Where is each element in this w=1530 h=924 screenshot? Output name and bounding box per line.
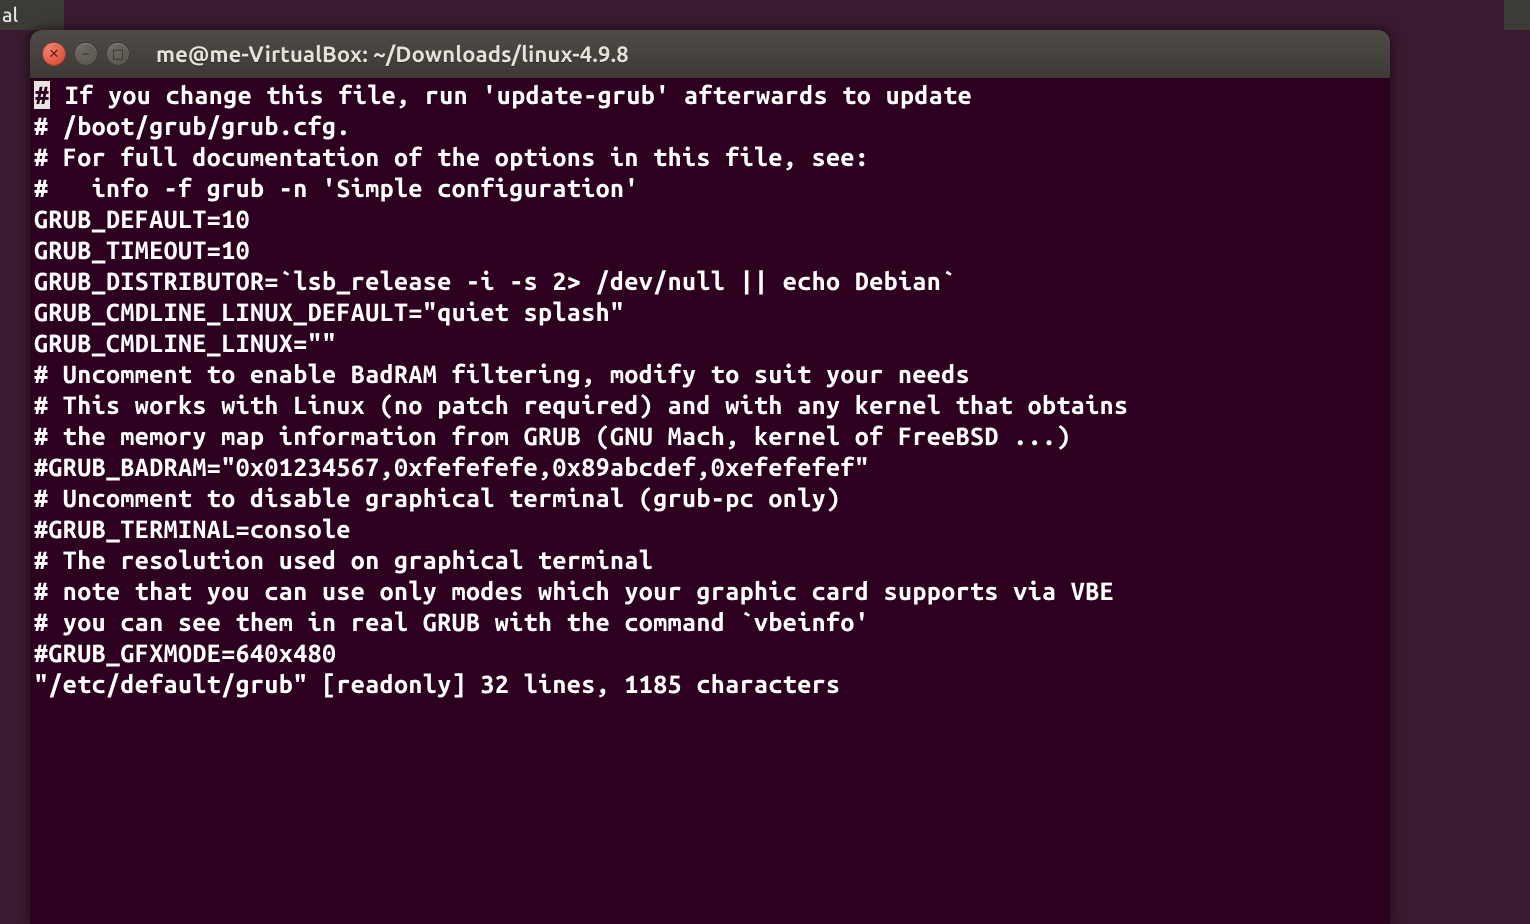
terminal-line: # note that you can use only modes which… [34, 576, 1386, 607]
terminal-window: ✕ – □ me@me-VirtualBox: ~/Downloads/linu… [30, 30, 1390, 924]
terminal-line: #GRUB_TERMINAL=console [34, 514, 1386, 545]
terminal-line: # info -f grub -n 'Simple configuration' [34, 173, 1386, 204]
launcher-strip [0, 30, 30, 924]
terminal-line: # Uncomment to enable BadRAM filtering, … [34, 359, 1386, 390]
terminal-line: # you can see them in real GRUB with the… [34, 607, 1386, 638]
close-icon: ✕ [49, 47, 60, 62]
terminal-text: If you change this file, run 'update-gru… [50, 81, 972, 109]
terminal-line: #GRUB_GFXMODE=640x480 [34, 638, 1386, 669]
maximize-button[interactable]: □ [106, 42, 130, 66]
close-button[interactable]: ✕ [42, 42, 66, 66]
terminal-line: # This works with Linux (no patch requir… [34, 390, 1386, 421]
terminal-line: # The resolution used on graphical termi… [34, 545, 1386, 576]
terminal-line: # the memory map information from GRUB (… [34, 421, 1386, 452]
terminal-line: # Uncomment to disable graphical termina… [34, 483, 1386, 514]
partial-background-right [1504, 0, 1530, 30]
cursor: # [34, 81, 50, 109]
terminal-line: GRUB_DISTRIBUTOR=`lsb_release -i -s 2> /… [34, 266, 1386, 297]
terminal-line: # For full documentation of the options … [34, 142, 1386, 173]
desktop: al ✕ – □ me@me-VirtualBox: ~/Downloads/l… [0, 0, 1530, 924]
minimize-icon: – [83, 47, 89, 61]
terminal-line: GRUB_CMDLINE_LINUX_DEFAULT="quiet splash… [34, 297, 1386, 328]
terminal-line: # /boot/grub/grub.cfg. [34, 111, 1386, 142]
terminal-line: GRUB_CMDLINE_LINUX="" [34, 328, 1386, 359]
terminal-line: # If you change this file, run 'update-g… [34, 80, 1386, 111]
partial-background-tab: al [0, 0, 64, 30]
terminal-line: #GRUB_BADRAM="0x01234567,0xfefefefe,0x89… [34, 452, 1386, 483]
terminal-line: GRUB_DEFAULT=10 [34, 204, 1386, 235]
window-title: me@me-VirtualBox: ~/Downloads/linux-4.9.… [156, 42, 629, 67]
titlebar[interactable]: ✕ – □ me@me-VirtualBox: ~/Downloads/linu… [30, 30, 1390, 78]
terminal-area[interactable]: # If you change this file, run 'update-g… [30, 78, 1390, 704]
maximize-icon: □ [112, 47, 124, 62]
terminal-line: "/etc/default/grub" [readonly] 32 lines,… [34, 669, 1386, 700]
terminal-line: GRUB_TIMEOUT=10 [34, 235, 1386, 266]
minimize-button[interactable]: – [74, 42, 98, 66]
